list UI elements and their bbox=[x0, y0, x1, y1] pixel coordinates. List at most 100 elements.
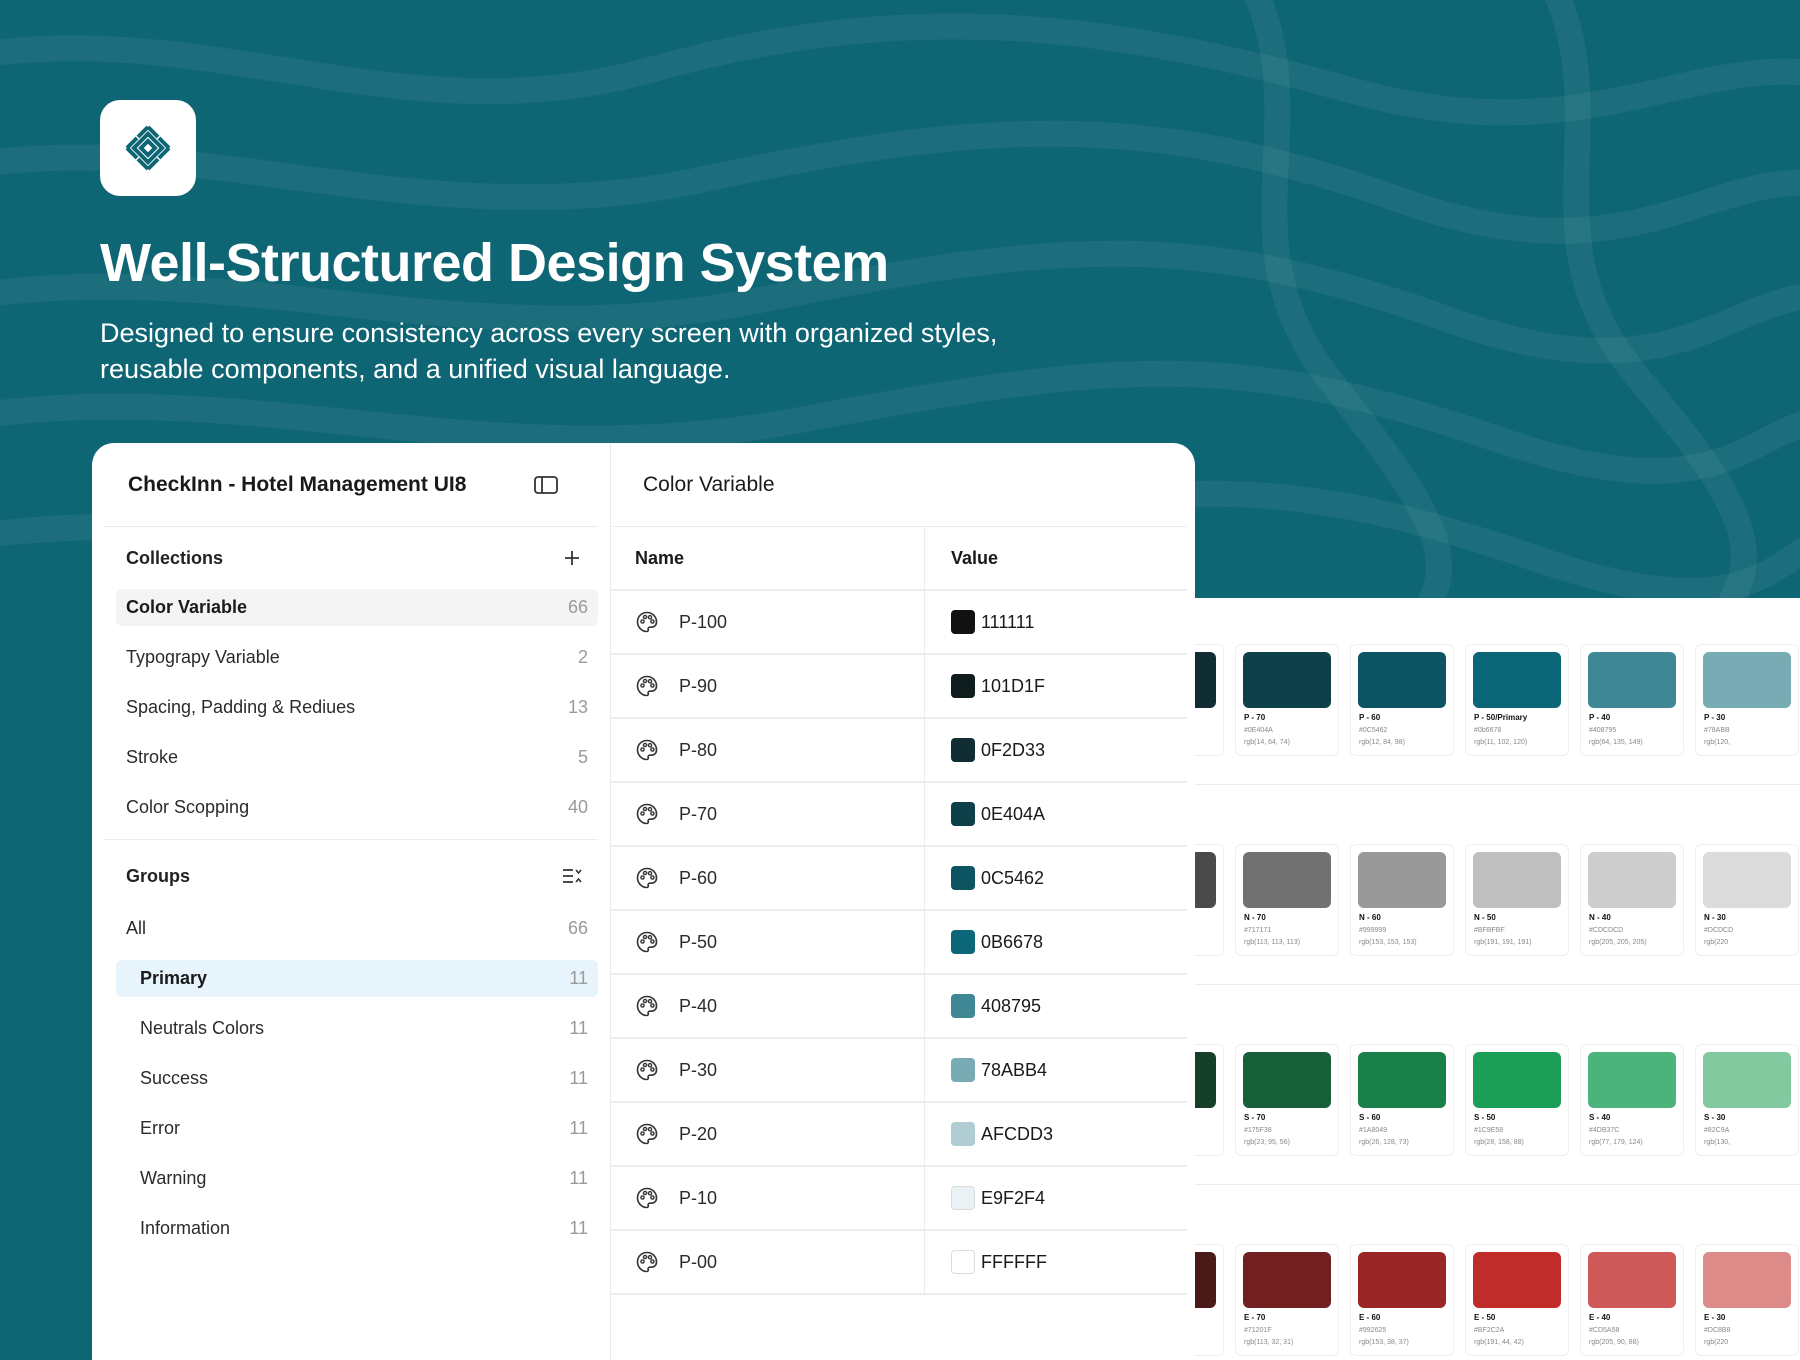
palette-icon bbox=[636, 1059, 658, 1081]
swatch-name: E - 60 bbox=[1359, 1313, 1381, 1322]
swatch-card: P - 50/Primary #0b6678 rgb(11, 102, 120) bbox=[1465, 644, 1569, 756]
swatch-hex: #DCDCD bbox=[1704, 927, 1734, 934]
group-count: 11 bbox=[569, 1018, 588, 1038]
table-row[interactable]: P-50 0B6678 bbox=[611, 911, 1187, 975]
hero-subtitle: Designed to ensure consistency across ev… bbox=[100, 318, 998, 384]
variable-name-cell: P-00 bbox=[611, 1231, 925, 1293]
add-collection-button[interactable] bbox=[558, 544, 586, 572]
swatch-color bbox=[1358, 1252, 1446, 1308]
collection-item[interactable]: Stroke 5 bbox=[116, 739, 598, 776]
color-chip bbox=[951, 610, 975, 634]
table-row[interactable]: P-70 0E404A bbox=[611, 783, 1187, 847]
swatch-name: E - 40 bbox=[1589, 1313, 1611, 1322]
swatch-hex: #1A8049 bbox=[1359, 1127, 1388, 1134]
palette-icon bbox=[636, 739, 658, 761]
swatch-hex: #4DB37C bbox=[1589, 1127, 1620, 1134]
column-header-name[interactable]: Name bbox=[611, 527, 925, 589]
variable-value: 0F2D33 bbox=[981, 739, 1046, 760]
color-chip bbox=[951, 802, 975, 826]
group-count: 11 bbox=[569, 1068, 588, 1088]
collections-list: Color Variable 66 Typograpy Variable 2 S… bbox=[92, 589, 610, 826]
variable-value: 111111 bbox=[981, 611, 1035, 632]
swatch-rgb: rgb(220 bbox=[1704, 939, 1729, 946]
column-header-value[interactable]: Value bbox=[925, 527, 1187, 589]
swatch-rgb: rgb(153, 153, 153) bbox=[1359, 939, 1417, 946]
swatch-rgb: rgb(12, 84, 98) bbox=[1359, 739, 1405, 746]
swatch-name: P - 30 bbox=[1704, 713, 1726, 722]
table-row[interactable]: P-10 E9F2F4 bbox=[611, 1167, 1187, 1231]
group-item-success[interactable]: Success 11 bbox=[116, 1060, 598, 1097]
swatch-card: S - 50 #1C9E58 rgb(28, 158, 88) bbox=[1465, 1044, 1569, 1156]
palette-icon bbox=[636, 675, 658, 697]
swatch-hex: #175F38 bbox=[1244, 1127, 1272, 1134]
variable-name-cell: P-100 bbox=[611, 591, 925, 653]
swatch-color bbox=[1473, 1052, 1561, 1108]
swatch-hex: #BF2C2A bbox=[1474, 1327, 1505, 1334]
variable-value-cell: AFCDD3 bbox=[925, 1103, 1187, 1165]
swatch-rgb: rgb(14, 64, 74) bbox=[1244, 739, 1290, 746]
collection-label: Color Variable bbox=[126, 597, 248, 617]
swatch-hex: #CD5A58 bbox=[1589, 1327, 1620, 1334]
swatch-hex: #82C9A bbox=[1704, 1127, 1730, 1134]
swatch-card: E - 30 #DC8B8 rgb(220 bbox=[1695, 1244, 1799, 1356]
collection-item[interactable]: Color Scopping 40 bbox=[116, 789, 598, 826]
collection-label: Color Scopping bbox=[126, 797, 250, 817]
swatch-card: N - 60 #999999 rgb(153, 153, 153) bbox=[1350, 844, 1454, 956]
palette-separator bbox=[1150, 1184, 1800, 1185]
swatch-name: S - 70 bbox=[1244, 1113, 1266, 1122]
swatch-name: E - 70 bbox=[1244, 1313, 1266, 1322]
group-item-error[interactable]: Error 11 bbox=[116, 1110, 598, 1147]
table-row[interactable]: P-20 AFCDD3 bbox=[611, 1103, 1187, 1167]
group-item-information[interactable]: Information 11 bbox=[116, 1210, 598, 1247]
swatch-card: S - 30 #82C9A rgb(130, bbox=[1695, 1044, 1799, 1156]
swatch-rgb: rgb(77, 179, 124) bbox=[1589, 1139, 1643, 1146]
table-row[interactable]: P-00 FFFFFF bbox=[611, 1231, 1187, 1295]
group-item-primary[interactable]: Primary 11 bbox=[116, 960, 598, 997]
table-row[interactable]: P-60 0C5462 bbox=[611, 847, 1187, 911]
groups-menu-button[interactable] bbox=[558, 862, 586, 890]
variable-value-cell: 0F2D33 bbox=[925, 719, 1187, 781]
swatch-rgb: rgb(191, 44, 42) bbox=[1474, 1339, 1524, 1346]
swatch-rgb: rgb(153, 38, 37) bbox=[1359, 1339, 1409, 1346]
swatch-name: P - 40 bbox=[1589, 713, 1611, 722]
collection-label: Stroke bbox=[126, 747, 179, 767]
swatch-rgb: rgb(120, bbox=[1704, 739, 1731, 746]
swatch-name: P - 50/Primary bbox=[1474, 713, 1528, 722]
variable-name: P-80 bbox=[679, 739, 718, 760]
table-row[interactable]: P-40 408795 bbox=[611, 975, 1187, 1039]
palette-icon bbox=[636, 995, 658, 1017]
swatch-hex: #BFBFBF bbox=[1474, 927, 1505, 934]
table-row[interactable]: P-90 101D1F bbox=[611, 655, 1187, 719]
swatch-hex: #717171 bbox=[1244, 927, 1272, 934]
variable-value-cell: 0B6678 bbox=[925, 911, 1187, 973]
group-label: All bbox=[126, 918, 147, 938]
sidebar-toggle-button[interactable] bbox=[532, 471, 560, 499]
swatch-card: E - 40 #CD5A58 rgb(205, 90, 88) bbox=[1580, 1244, 1684, 1356]
variable-name: P-00 bbox=[679, 1251, 718, 1272]
swatch-name: N - 40 bbox=[1589, 913, 1611, 922]
collection-item[interactable]: Spacing, Padding & Rediues 13 bbox=[116, 689, 598, 726]
swatch-rgb: rgb(28, 158, 88) bbox=[1474, 1139, 1524, 1146]
variables-panel: CheckInn - Hotel Management UI8 Collecti… bbox=[92, 443, 1195, 1360]
collection-item[interactable]: Color Variable 66 bbox=[116, 589, 598, 626]
variable-name-cell: P-30 bbox=[611, 1039, 925, 1101]
group-item-all[interactable]: All 66 bbox=[116, 910, 598, 947]
swatch-hex: #408795 bbox=[1589, 727, 1617, 734]
swatch-rgb: rgb(205, 205, 205) bbox=[1589, 939, 1647, 946]
swatch-card: N - 70 #717171 rgb(113, 113, 113) bbox=[1235, 844, 1339, 956]
table-row[interactable]: P-100 111111 bbox=[611, 591, 1187, 655]
table-row[interactable]: P-80 0F2D33 bbox=[611, 719, 1187, 783]
collection-item[interactable]: Typograpy Variable 2 bbox=[116, 639, 598, 676]
variable-value-cell: 111111 bbox=[925, 591, 1187, 653]
group-count: 11 bbox=[569, 1118, 588, 1138]
group-item-warning[interactable]: Warning 11 bbox=[116, 1160, 598, 1197]
swatch-card: S - 40 #4DB37C rgb(77, 179, 124) bbox=[1580, 1044, 1684, 1156]
table-row[interactable]: P-30 78ABB4 bbox=[611, 1039, 1187, 1103]
group-item-neutrals[interactable]: Neutrals Colors 11 bbox=[116, 1010, 598, 1047]
swatch-card: S - 60 #1A8049 rgb(26, 128, 73) bbox=[1350, 1044, 1454, 1156]
sidebar: CheckInn - Hotel Management UI8 Collecti… bbox=[92, 443, 611, 1360]
swatch-rgb: rgb(130, bbox=[1704, 1139, 1731, 1146]
variable-name: P-20 bbox=[679, 1123, 718, 1144]
variables-content: Color Variable Name Value P-100 111111 P… bbox=[611, 443, 1195, 1360]
palette-icon bbox=[636, 611, 658, 633]
